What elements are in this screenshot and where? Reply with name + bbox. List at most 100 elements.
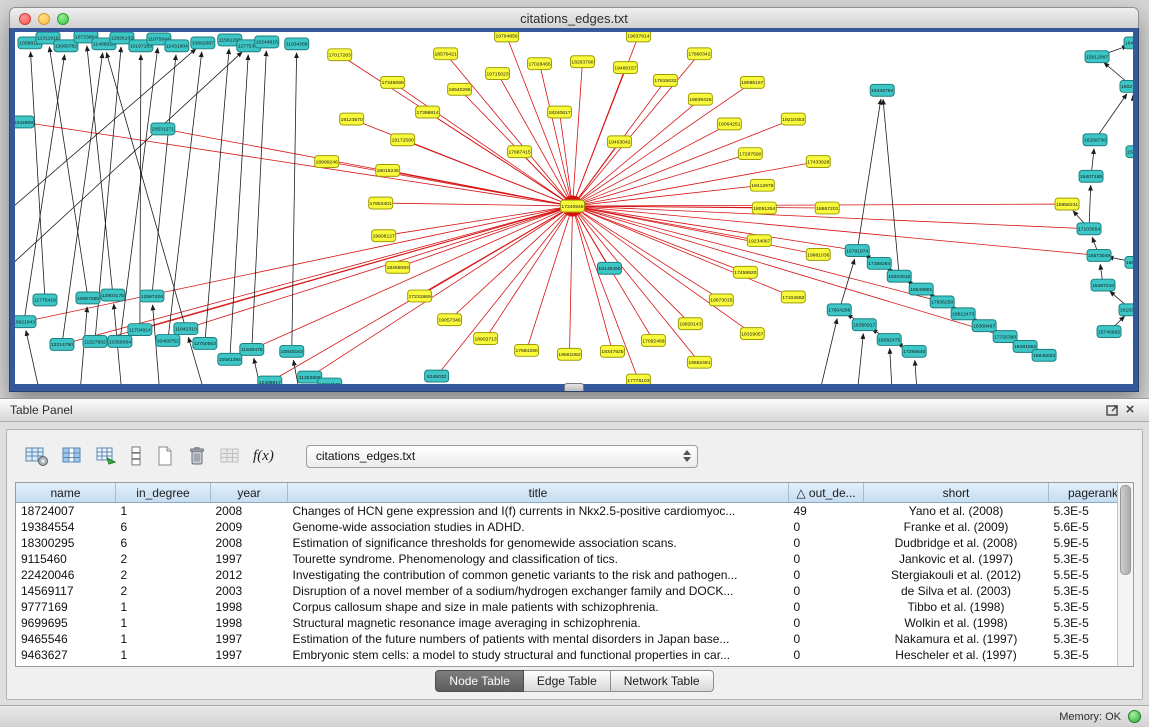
- table-row[interactable]: 2242004622012Investigating the contribut…: [16, 567, 1134, 583]
- graph-node[interactable]: 15487210: [1091, 279, 1115, 291]
- graph-node[interactable]: 17433928: [806, 156, 830, 168]
- graph-node[interactable]: 15342908: [15, 116, 34, 128]
- graph-node[interactable]: 17687415: [508, 146, 532, 158]
- column-header[interactable]: year: [211, 483, 288, 503]
- graph-node[interactable]: 18204915: [887, 270, 911, 282]
- table-row[interactable]: 1938455462009Genome-wide association stu…: [16, 519, 1134, 535]
- table-cell[interactable]: 0: [789, 647, 864, 663]
- table-row[interactable]: 1456911722003Disruption of a novel membe…: [16, 583, 1134, 599]
- window-titlebar[interactable]: citations_edges.txt: [9, 7, 1139, 30]
- graph-node[interactable]: 17358264: [867, 257, 891, 269]
- table-cell[interactable]: Hescheler et al. (1997): [864, 647, 1049, 663]
- graph-node[interactable]: 16473852: [1124, 37, 1133, 49]
- graph-node[interactable]: 15740692: [1097, 326, 1121, 338]
- graph-node[interactable]: 19820143: [678, 318, 702, 330]
- graph-node[interactable]: 18839426: [688, 93, 712, 105]
- graph-node[interactable]: 20531271: [151, 123, 175, 135]
- graph-node[interactable]: 18240617: [548, 106, 572, 118]
- graph-node[interactable]: 17725380: [993, 331, 1017, 343]
- table-cell[interactable]: 1: [116, 615, 211, 631]
- graph-node[interactable]: 10840163: [280, 345, 304, 357]
- graph-node[interactable]: 18657201: [815, 202, 839, 214]
- table-row[interactable]: 969969511998Structural magnetic resonanc…: [16, 615, 1134, 631]
- table-cell[interactable]: Tourette syndrome. Phenomenology and cla…: [288, 551, 789, 567]
- table-cell[interactable]: Nakamura et al. (1997): [864, 631, 1049, 647]
- graph-node[interactable]: 18091254: [752, 202, 776, 214]
- graph-node[interactable]: 17017283: [328, 49, 352, 61]
- table-cell[interactable]: 6: [116, 535, 211, 551]
- graph-node[interactable]: 18570421: [434, 48, 458, 60]
- graph-node[interactable]: 16308497: [972, 320, 996, 332]
- graph-node[interactable]: 18902713: [474, 333, 498, 345]
- network-canvas[interactable]: 1058811111311919120657821073385411409026…: [15, 32, 1133, 384]
- create-column-button[interactable]: [149, 441, 181, 471]
- table-cell[interactable]: Genome-wide association studies in ADHD.: [288, 519, 789, 535]
- graph-node[interactable]: 16791974: [845, 245, 869, 257]
- table-cell[interactable]: 9115460: [16, 551, 116, 567]
- graph-node[interactable]: 17458920: [733, 266, 757, 278]
- vertical-scrollbar[interactable]: [1117, 483, 1133, 666]
- float-panel-icon[interactable]: [1103, 402, 1121, 418]
- show-columns-button[interactable]: [55, 441, 89, 471]
- graph-node[interactable]: 18085167: [740, 76, 764, 88]
- table-cell[interactable]: 2: [116, 567, 211, 583]
- table-row[interactable]: 1872400712008Changes of HCN gene express…: [16, 503, 1134, 520]
- table-options-button[interactable]: [19, 441, 55, 471]
- graph-node[interactable]: 18465093: [386, 261, 410, 273]
- graph-node[interactable]: 17684290: [515, 344, 539, 356]
- graph-node[interactable]: 19057346: [438, 314, 462, 326]
- graph-node[interactable]: 19463042: [607, 136, 631, 148]
- graph-node[interactable]: 15834926: [1126, 146, 1133, 158]
- table-row[interactable]: 1830029562008Estimation of significance …: [16, 535, 1134, 551]
- graph-node[interactable]: 11842310: [174, 323, 198, 335]
- table-cell[interactable]: 1: [116, 503, 211, 520]
- table-cell[interactable]: Structural magnetic resonance image aver…: [288, 615, 789, 631]
- table-cell[interactable]: 1997: [211, 551, 288, 567]
- graph-node[interactable]: 18347925: [600, 345, 624, 357]
- table-cell[interactable]: Tibbo et al. (1998): [864, 599, 1049, 615]
- graph-node[interactable]: 10469752: [156, 335, 180, 347]
- graph-node[interactable]: 10591284: [218, 353, 242, 365]
- graph-node[interactable]: 12405917: [258, 376, 282, 384]
- graph-node[interactable]: 17104582: [781, 291, 805, 303]
- graph-node[interactable]: 17028465: [528, 58, 552, 70]
- table-cell[interactable]: Disruption of a novel member of a sodium…: [288, 583, 789, 599]
- graph-node[interactable]: 17346095: [381, 76, 405, 88]
- table-cell[interactable]: Yano et al. (2008): [864, 503, 1049, 520]
- graph-node[interactable]: 19608127: [372, 230, 396, 242]
- graph-node[interactable]: 19123670: [340, 113, 364, 125]
- table-cell[interactable]: Investigating the contribution of common…: [288, 567, 789, 583]
- table-cell[interactable]: Franke et al. (2009): [864, 519, 1049, 535]
- table-cell[interactable]: 18724007: [16, 503, 116, 520]
- table-cell[interactable]: 0: [789, 519, 864, 535]
- table-cell[interactable]: 1: [116, 599, 211, 615]
- column-header[interactable]: short: [864, 483, 1049, 503]
- graph-node[interactable]: 17396814: [416, 106, 440, 118]
- table-cell[interactable]: 9463627: [16, 647, 116, 663]
- graph-node[interactable]: 10244915: [255, 36, 279, 48]
- table-cell[interactable]: 0: [789, 599, 864, 615]
- graph-node[interactable]: 12750563: [193, 338, 217, 350]
- graph-node[interactable]: 18412976: [750, 179, 774, 191]
- graph-node[interactable]: 19561082: [558, 348, 582, 360]
- tab-network-table[interactable]: Network Table: [611, 670, 714, 692]
- graph-node[interactable]: 11527902: [83, 336, 107, 348]
- graph-node[interactable]: 15027349: [1120, 80, 1133, 92]
- import-table-button[interactable]: [89, 441, 123, 471]
- graph-node[interactable]: 15958231: [1055, 198, 1079, 210]
- graph-node[interactable]: 19881036: [806, 249, 830, 261]
- table-cell[interactable]: Corpus callosum shape and size in male p…: [288, 599, 789, 615]
- window-resize-grip[interactable]: [564, 383, 584, 391]
- graph-node[interactable]: 19172580: [391, 134, 415, 146]
- table-row[interactable]: 977716911998Corpus callosum shape and si…: [16, 599, 1134, 615]
- graph-node[interactable]: 16029374: [1125, 256, 1133, 268]
- table-cell[interactable]: Jankovic et al. (1997): [864, 551, 1049, 567]
- table-cell[interactable]: 2: [116, 583, 211, 599]
- graph-node[interactable]: 16549801: [909, 283, 933, 295]
- table-cell[interactable]: 2012: [211, 567, 288, 583]
- graph-hub-node[interactable]: 17240948: [561, 200, 585, 212]
- minimize-window-button[interactable]: [38, 13, 50, 25]
- graph-node[interactable]: 10921043: [15, 316, 36, 328]
- table-cell[interactable]: 6: [116, 519, 211, 535]
- table-cell[interactable]: de Silva et al. (2003): [864, 583, 1049, 599]
